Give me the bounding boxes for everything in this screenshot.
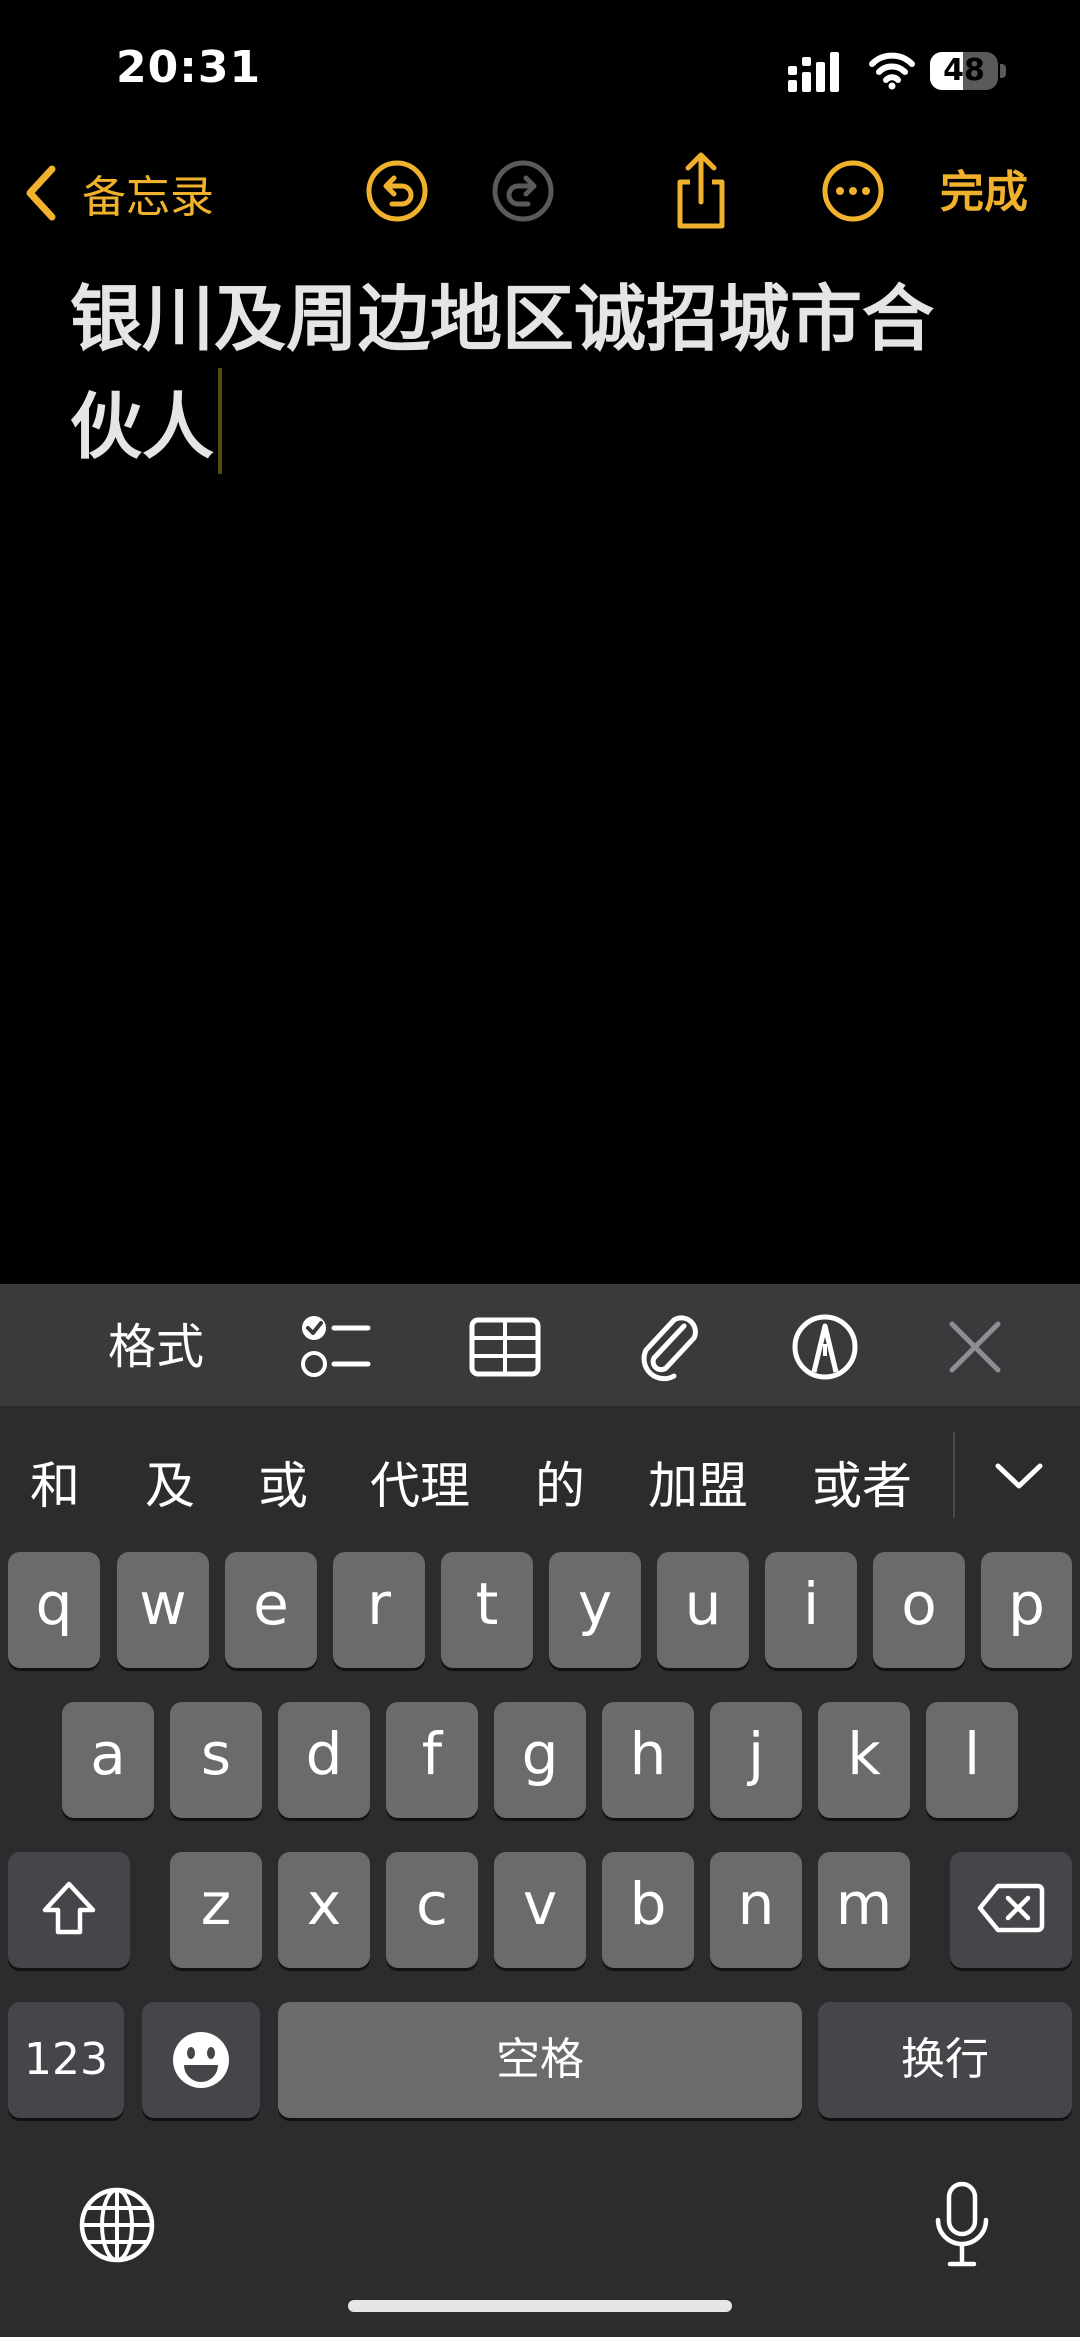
key-a[interactable]: a [62,1702,154,1818]
key-n[interactable]: n [710,1852,802,1968]
key-e[interactable]: e [225,1552,317,1668]
note-editor[interactable]: 银川及周边地区诚招城市合 伙人 [70,270,1030,476]
key-f[interactable]: f [386,1702,478,1818]
text-cursor [218,368,223,474]
candidate-word[interactable]: 或者 [812,1448,912,1524]
paperclip-icon[interactable] [632,1312,706,1382]
key-q[interactable]: q [8,1552,100,1668]
more-icon[interactable] [820,158,886,224]
delete-icon [977,1883,1045,1933]
battery-indicator: 48 [930,52,1006,90]
shift-key[interactable] [8,1852,130,1968]
back-label: 备忘录 [82,172,214,223]
key-y[interactable]: y [549,1552,641,1668]
candidate-separator [953,1432,955,1518]
shift-icon [42,1881,96,1935]
key-d[interactable]: d [278,1702,370,1818]
delete-key[interactable] [950,1852,1072,1968]
undo-icon[interactable] [364,158,430,224]
candidate-word[interactable]: 代理 [370,1448,470,1524]
candidate-word[interactable]: 的 [535,1448,585,1524]
space-key[interactable]: 空格 [278,2002,802,2118]
globe-icon[interactable] [78,2186,156,2264]
battery-percentage: 48 [943,53,985,88]
key-v[interactable]: v [494,1852,586,1968]
checklist-icon[interactable] [298,1312,372,1382]
chevron-left-icon [26,165,56,221]
close-icon[interactable] [938,1312,1012,1382]
share-icon[interactable] [668,150,734,230]
done-button[interactable]: 完成 [940,160,1028,226]
cellular-signal-icon [788,52,839,92]
key-x[interactable]: x [278,1852,370,1968]
candidate-word[interactable]: 或 [258,1448,308,1524]
key-s[interactable]: s [170,1702,262,1818]
key-k[interactable]: k [818,1702,910,1818]
key-u[interactable]: u [657,1552,749,1668]
candidate-word[interactable]: 加盟 [648,1448,748,1524]
key-t[interactable]: t [441,1552,533,1668]
note-title-line-2: 伙人 [70,385,215,469]
microphone-icon[interactable] [932,2180,992,2270]
status-time: 20:31 [116,42,262,93]
emoji-key[interactable] [142,2002,260,2118]
key-r[interactable]: r [333,1552,425,1668]
back-button[interactable]: 备忘录 [20,160,214,226]
key-c[interactable]: c [386,1852,478,1968]
markup-pen-icon[interactable] [788,1312,862,1382]
numbers-key[interactable]: 123 [8,2002,124,2118]
candidate-word[interactable]: 和 [30,1448,80,1524]
key-g[interactable]: g [494,1702,586,1818]
redo-icon[interactable] [490,158,556,224]
format-button[interactable]: 格式 [108,1312,204,1382]
table-icon[interactable] [468,1312,542,1382]
key-h[interactable]: h [602,1702,694,1818]
key-p[interactable]: p [981,1552,1072,1668]
chevron-down-icon[interactable] [990,1448,1048,1506]
note-title-line-1: 银川及周边地区诚招城市合 [70,277,935,361]
emoji-icon [173,2032,229,2088]
key-l[interactable]: l [926,1702,1018,1818]
key-b[interactable]: b [602,1852,694,1968]
key-z[interactable]: z [170,1852,262,1968]
key-o[interactable]: o [873,1552,965,1668]
key-j[interactable]: j [710,1702,802,1818]
wifi-icon [869,52,915,90]
key-w[interactable]: w [117,1552,209,1668]
home-indicator[interactable] [348,2300,732,2312]
candidate-word[interactable]: 及 [145,1448,195,1524]
key-m[interactable]: m [818,1852,910,1968]
return-key[interactable]: 换行 [818,2002,1072,2118]
key-i[interactable]: i [765,1552,857,1668]
